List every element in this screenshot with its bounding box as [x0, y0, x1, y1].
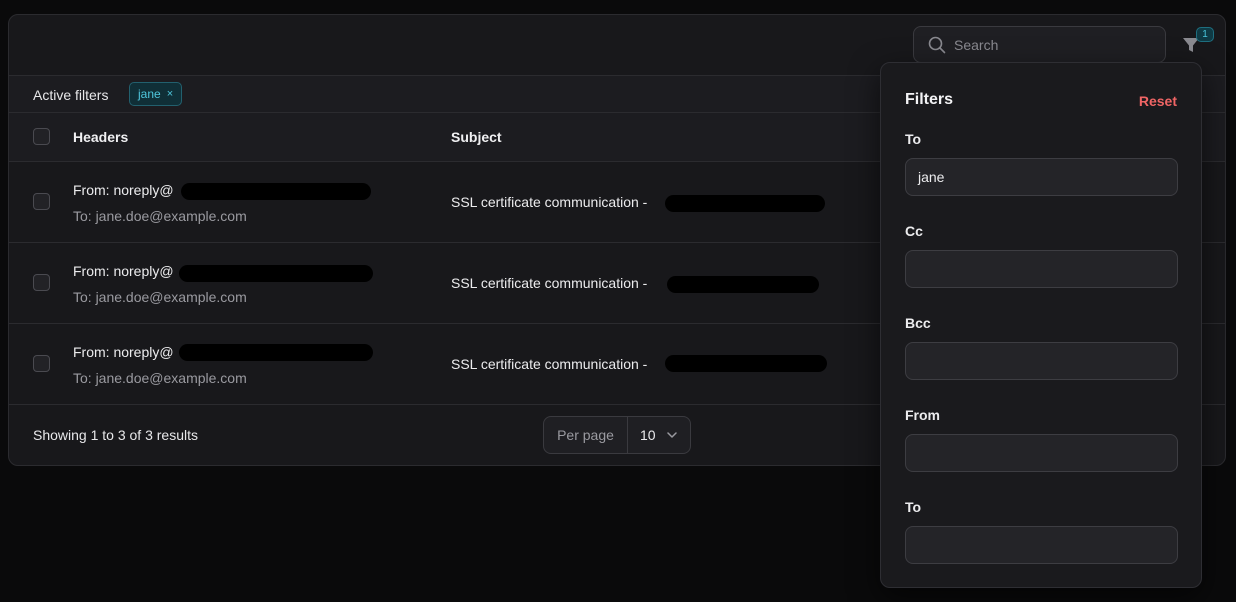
filter-from-label: From [905, 407, 940, 423]
filters-dropdown: Filters Reset To jane Cc Bcc From To [880, 62, 1202, 588]
filter-bcc-input[interactable] [905, 342, 1178, 380]
redaction-mark [667, 276, 819, 293]
filter-to-label-2: To [905, 499, 922, 515]
redaction-mark [181, 183, 371, 200]
per-page-label: Per page [544, 417, 628, 453]
redaction-mark [179, 265, 373, 282]
chevron-down-icon [667, 432, 677, 438]
column-header-headers[interactable]: Headers [73, 129, 128, 145]
filter-chip-label: jane [138, 87, 161, 101]
filters-title: Filters [905, 91, 954, 108]
per-page-value[interactable]: 10 [640, 427, 656, 443]
column-header-subject[interactable]: Subject [451, 129, 502, 145]
filter-to-input[interactable]: jane [905, 158, 1178, 196]
reset-filters-button[interactable]: Reset [1139, 93, 1177, 109]
row-to: To: jane.doe@example.com [73, 208, 247, 224]
search-input[interactable]: Search [913, 26, 1166, 63]
active-filters-label: Active filters [33, 87, 109, 103]
search-icon [928, 36, 946, 54]
redaction-mark [179, 344, 373, 361]
row-from: From: noreply@ [73, 263, 174, 279]
filter-cc-input[interactable] [905, 250, 1178, 288]
filter-from-input[interactable] [905, 434, 1178, 472]
row-to: To: jane.doe@example.com [73, 370, 247, 386]
per-page-select[interactable]: Per page 10 [543, 416, 691, 454]
filter-chip: jane × [129, 82, 183, 106]
row-subject: SSL certificate communication - [451, 356, 648, 372]
row-from: From: noreply@ [73, 344, 174, 360]
row-checkbox[interactable] [33, 355, 50, 372]
redaction-mark [665, 195, 825, 212]
filter-to-label: To [905, 131, 922, 147]
filter-bcc-label: Bcc [905, 315, 931, 331]
remove-filter-icon[interactable]: × [167, 83, 173, 105]
filter-cc-label: Cc [905, 223, 923, 239]
redaction-mark [665, 355, 827, 372]
row-to: To: jane.doe@example.com [73, 289, 247, 305]
select-all-checkbox[interactable] [33, 128, 50, 145]
row-subject: SSL certificate communication - [451, 194, 648, 210]
row-checkbox[interactable] [33, 274, 50, 291]
filter-count-badge: 1 [1196, 27, 1214, 42]
row-checkbox[interactable] [33, 193, 50, 210]
row-from: From: noreply@ [73, 182, 174, 198]
row-subject: SSL certificate communication - [451, 275, 648, 291]
filter-to-input-2[interactable] [905, 526, 1178, 564]
results-summary: Showing 1 to 3 of 3 results [33, 427, 198, 443]
search-placeholder: Search [954, 37, 999, 53]
